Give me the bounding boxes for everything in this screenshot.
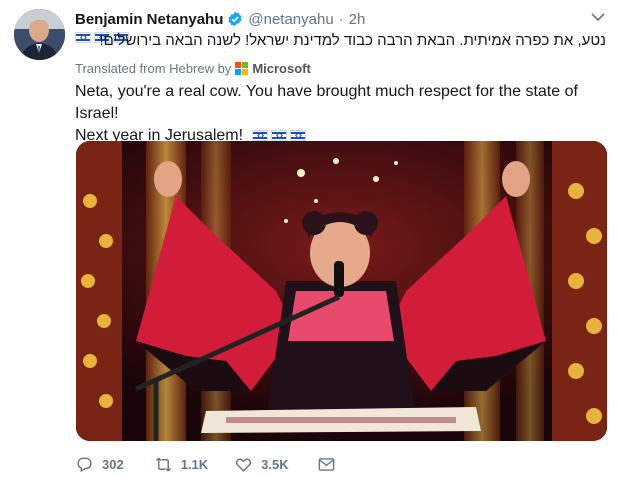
reply-icon	[77, 457, 92, 473]
verified-badge-icon	[228, 11, 242, 27]
tweet-photo[interactable]	[76, 141, 607, 441]
like-count: 3.5K	[261, 457, 289, 472]
tweet-text-hebrew: נטע, את כפרה אמיתית. הבאת הרבה כבוד למדי…	[99, 32, 607, 49]
microsoft-logo-icon	[235, 62, 249, 75]
chevron-down-icon[interactable]	[590, 9, 606, 25]
like-button[interactable]: 3.5K	[234, 455, 289, 474]
author-handle[interactable]: @netanyahu	[248, 11, 333, 28]
tweet-actions: 302 1.1K 3.5K	[75, 455, 336, 474]
retweet-icon	[155, 457, 171, 472]
translated-line-1: Neta, you're a real cow. You have brough…	[75, 83, 578, 122]
tweet-header: Benjamin Netanyahu @netanyahu · 2h	[75, 9, 606, 29]
translator-name[interactable]: Microsoft	[252, 61, 311, 76]
israel-flag-icon	[289, 130, 306, 142]
timestamp[interactable]: 2h	[349, 11, 366, 28]
separator-dot: ·	[338, 10, 344, 28]
tweet: Benjamin Netanyahu @netanyahu · 2h נטע, …	[0, 0, 620, 477]
translated-label: Translated from Hebrew by	[75, 61, 232, 76]
reply-count: 302	[102, 457, 124, 472]
israel-flag-icon	[270, 130, 287, 142]
retweet-count: 1.1K	[180, 457, 209, 472]
like-icon	[236, 458, 252, 472]
author-name[interactable]: Benjamin Netanyahu	[75, 11, 223, 28]
tweet-text-translated: Neta, you're a real cow. You have brough…	[75, 81, 615, 147]
reply-button[interactable]: 302	[75, 455, 124, 474]
avatar[interactable]	[14, 9, 65, 60]
message-button[interactable]	[317, 455, 336, 474]
flag-emoji-group	[251, 130, 306, 142]
translation-attribution: Translated from Hebrew by Microsoft	[75, 61, 311, 76]
retweet-button[interactable]: 1.1K	[154, 455, 208, 474]
israel-flag-icon	[251, 130, 268, 142]
message-icon	[318, 458, 334, 471]
